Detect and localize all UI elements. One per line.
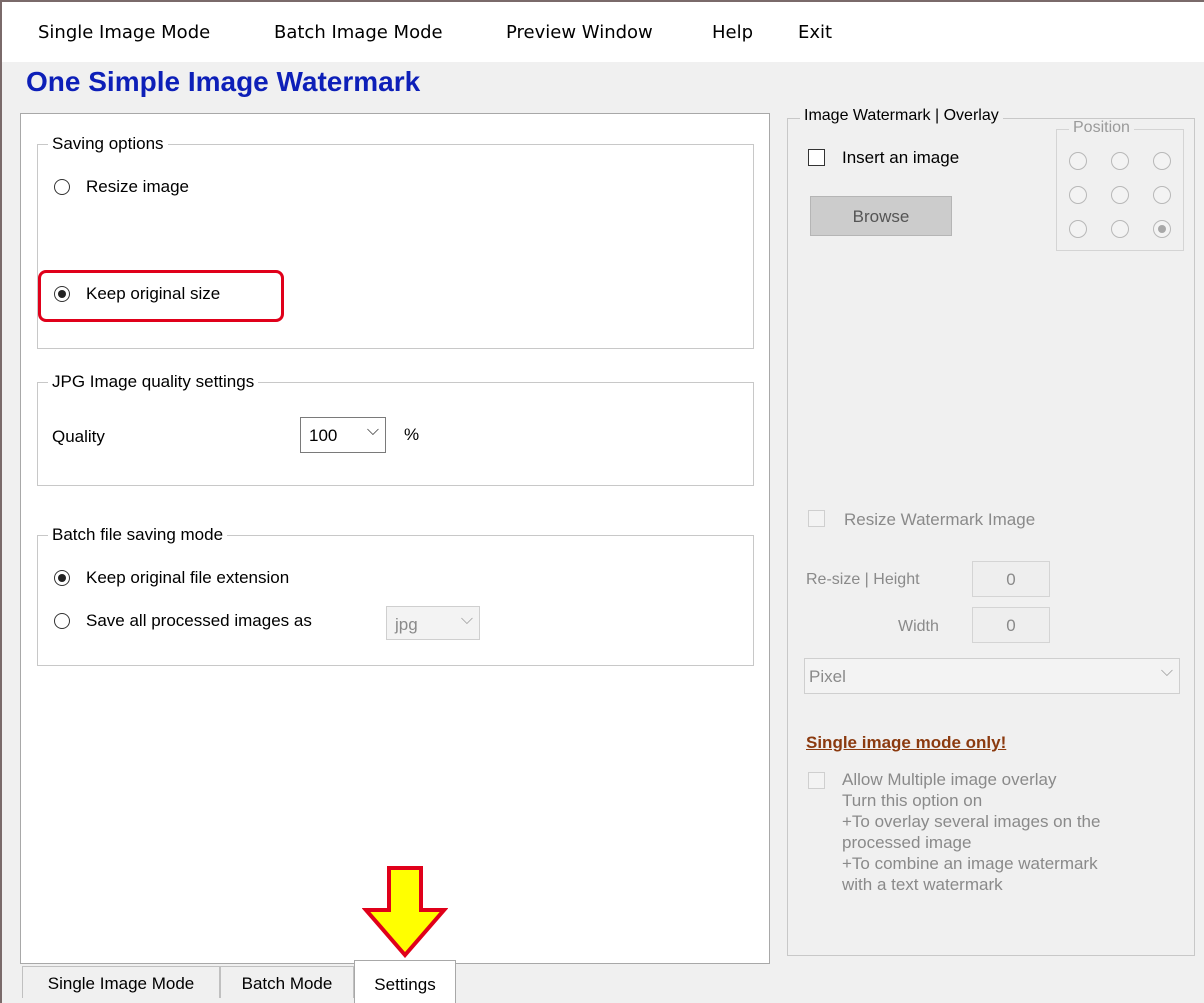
position-top-center[interactable] (1111, 152, 1129, 170)
insert-image-label: Insert an image (842, 148, 960, 167)
menu-single-image-mode[interactable]: Single Image Mode (38, 22, 210, 43)
batch-saving-group: Batch file saving mode Keep original fil… (37, 525, 754, 666)
resize-image-label: Resize image (86, 177, 189, 196)
position-bottom-left[interactable] (1069, 220, 1087, 238)
settings-tab-page: Saving options Resize image Keep origina… (20, 113, 770, 964)
height-label: Re-size | Height (806, 571, 920, 588)
allow-multiple-checkbox[interactable] (808, 772, 825, 789)
allow-multiple-desc-line-4: +To combine an image watermark (842, 854, 1098, 873)
tab-batch-mode[interactable]: Batch Mode (220, 966, 354, 998)
menu-bar: Single Image Mode Batch Image Mode Previ… (2, 2, 1204, 62)
position-bottom-right[interactable] (1153, 220, 1171, 238)
quality-unit: % (404, 425, 420, 444)
window-top-border (0, 0, 1204, 2)
width-input[interactable]: 0 (972, 607, 1050, 643)
allow-multiple-desc-line-1: Turn this option on (842, 791, 983, 810)
width-label: Width (898, 618, 939, 635)
menu-exit[interactable]: Exit (798, 22, 832, 43)
jpg-quality-group: JPG Image quality settings Quality 100 ⌵… (37, 372, 754, 486)
unit-select[interactable]: Pixel ⌵ (804, 658, 1180, 694)
allow-multiple-desc-line-3: processed image (842, 833, 972, 852)
keep-original-extension-label: Keep original file extension (86, 568, 290, 587)
allow-multiple-label: Allow Multiple image overlay (842, 770, 1057, 789)
format-select[interactable]: jpg ⌵ (386, 606, 480, 640)
position-bottom-center[interactable] (1111, 220, 1129, 238)
menu-help[interactable]: Help (712, 22, 753, 43)
app-title: One Simple Image Watermark (26, 66, 421, 97)
position-group: Position (1056, 119, 1184, 251)
image-watermark-group: Image Watermark | Overlay Insert an imag… (787, 107, 1195, 956)
single-image-mode-only-label: Single image mode only! (806, 733, 1007, 752)
saving-options-group: Saving options Resize image Keep origina… (37, 134, 754, 349)
image-watermark-title: Image Watermark | Overlay (800, 107, 1003, 125)
highlight-box (38, 270, 284, 322)
unit-value: Pixel (809, 667, 846, 686)
down-arrow-icon (362, 866, 448, 958)
quality-select[interactable]: 100 ⌵ (300, 417, 386, 453)
save-all-as-radio[interactable] (54, 613, 70, 629)
allow-multiple-desc-line-2: +To overlay several images on the (842, 812, 1101, 831)
resize-watermark-checkbox[interactable] (808, 510, 825, 527)
window-left-border (0, 0, 2, 1003)
chevron-down-icon: ⌵ (1160, 663, 1173, 680)
saving-options-title: Saving options (48, 134, 168, 154)
position-middle-left[interactable] (1069, 186, 1087, 204)
jpg-quality-title: JPG Image quality settings (48, 372, 259, 392)
chevron-down-icon: ⌵ (366, 422, 379, 439)
browse-button[interactable]: Browse (810, 196, 952, 236)
position-middle-center[interactable] (1111, 186, 1129, 204)
quality-label: Quality (52, 427, 105, 446)
position-top-right[interactable] (1153, 152, 1171, 170)
chevron-down-icon: ⌵ (460, 611, 473, 628)
resize-watermark-label: Resize Watermark Image (844, 510, 1036, 529)
insert-image-checkbox[interactable] (808, 149, 825, 166)
tab-single-image-mode[interactable]: Single Image Mode (22, 966, 220, 998)
allow-multiple-text: Allow Multiple image overlay Turn this o… (842, 769, 1188, 895)
menu-batch-image-mode[interactable]: Batch Image Mode (274, 22, 443, 43)
save-all-as-label: Save all processed images as (86, 611, 312, 630)
position-middle-right[interactable] (1153, 186, 1171, 204)
quality-value: 100 (309, 426, 338, 445)
height-input[interactable]: 0 (972, 561, 1050, 597)
batch-saving-title: Batch file saving mode (48, 525, 228, 545)
resize-image-radio[interactable] (54, 179, 70, 195)
position-title: Position (1069, 119, 1134, 137)
tab-settings[interactable]: Settings (354, 960, 456, 1003)
keep-original-extension-radio[interactable] (54, 570, 70, 586)
format-value: jpg (395, 615, 418, 634)
menu-preview-window[interactable]: Preview Window (506, 22, 653, 43)
allow-multiple-desc-line-5: with a text watermark (842, 875, 1003, 894)
position-top-left[interactable] (1069, 152, 1087, 170)
